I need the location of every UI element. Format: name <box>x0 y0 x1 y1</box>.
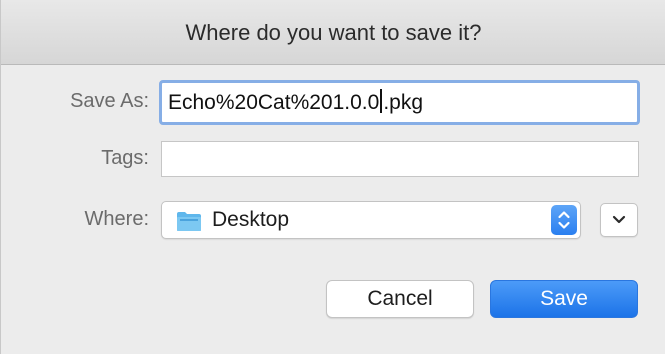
up-down-chevron-icon <box>558 211 570 229</box>
text-caret <box>380 89 383 113</box>
tags-field[interactable] <box>161 141 639 177</box>
where-label: Where: <box>84 208 149 230</box>
save-dialog: Where do you want to save it? Save As: E… <box>0 0 665 354</box>
chevron-down-icon <box>612 215 626 224</box>
save-as-text-after-caret: .pkg <box>383 91 424 114</box>
location-stepper[interactable] <box>551 205 577 235</box>
cancel-button[interactable]: Cancel <box>326 280 474 318</box>
save-as-field[interactable]: Echo%20Cat%201.0.0 .pkg <box>159 80 640 125</box>
where-location-value: Desktop <box>212 208 290 231</box>
folder-icon <box>177 212 201 231</box>
expand-browser-button[interactable] <box>600 203 638 237</box>
tags-label: Tags: <box>101 147 149 169</box>
save-as-label: Save As: <box>70 90 149 112</box>
save-button[interactable]: Save <box>490 280 638 318</box>
save-as-text-before-caret: Echo%20Cat%201.0.0 <box>168 91 380 114</box>
where-location-popup[interactable]: Desktop <box>161 201 581 239</box>
dialog-title: Where do you want to save it? <box>1 0 665 65</box>
